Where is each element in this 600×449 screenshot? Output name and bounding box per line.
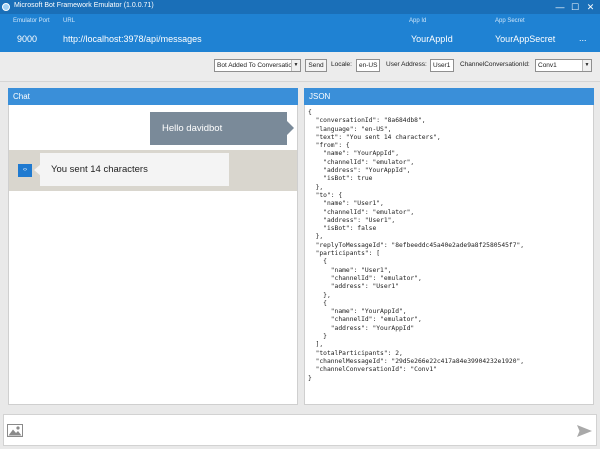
close-button[interactable]: ✕ [581, 0, 600, 14]
settings-header: Emulator Port URL App Id App Secret 9000… [0, 14, 600, 52]
message-compose-input[interactable] [3, 414, 597, 446]
chevron-down-icon: ▼ [582, 60, 591, 71]
app-icon [2, 3, 10, 11]
send-activity-button[interactable]: Send [305, 59, 327, 72]
channel-conversation-select[interactable]: Conv1 ▼ [535, 59, 592, 72]
app-id-field[interactable]: YourAppId [411, 34, 453, 44]
user-address-input[interactable]: User1 [430, 59, 454, 72]
emulator-port-label: Emulator Port [13, 18, 50, 24]
title-bar: Microsoft Bot Framework Emulator (1.0.0.… [0, 0, 600, 14]
url-field[interactable]: http://localhost:3978/api/messages [63, 34, 202, 44]
emulator-port-field[interactable]: 9000 [17, 34, 37, 44]
toolbar: Bot Added To Conversatio ▼ Send Locale: … [0, 52, 600, 82]
chevron-down-icon: ▼ [291, 60, 300, 71]
send-icon[interactable] [577, 425, 592, 439]
url-label: URL [63, 18, 76, 24]
app-secret-label: App Secret [495, 18, 525, 24]
app-id-label: App Id [409, 18, 427, 24]
outgoing-message[interactable]: Hello davidbot [150, 112, 287, 145]
image-icon[interactable] [7, 424, 23, 439]
activity-type-select[interactable]: Bot Added To Conversatio ▼ [214, 59, 301, 72]
json-panel-header: JSON [304, 88, 594, 105]
app-secret-field[interactable]: YourAppSecret [495, 34, 555, 44]
outgoing-message-tail [287, 121, 294, 135]
bot-avatar-icon: ‹› [18, 164, 32, 177]
locale-input[interactable]: en-US [356, 59, 380, 72]
activity-type-value: Bot Added To Conversatio [217, 62, 293, 69]
json-content: { "conversationId": "8a684db8", "languag… [308, 109, 525, 382]
window-title: Microsoft Bot Framework Emulator (1.0.0.… [14, 2, 154, 9]
locale-label: Locale: [331, 61, 352, 68]
channel-conversation-value: Conv1 [538, 62, 557, 69]
more-options-button[interactable]: ... [579, 33, 587, 43]
user-address-label: User Address: [386, 61, 427, 68]
channel-conversation-label: ChannelConversationId: [460, 61, 530, 68]
chat-panel-header: Chat [8, 88, 298, 105]
incoming-message[interactable]: You sent 14 characters [40, 153, 229, 186]
